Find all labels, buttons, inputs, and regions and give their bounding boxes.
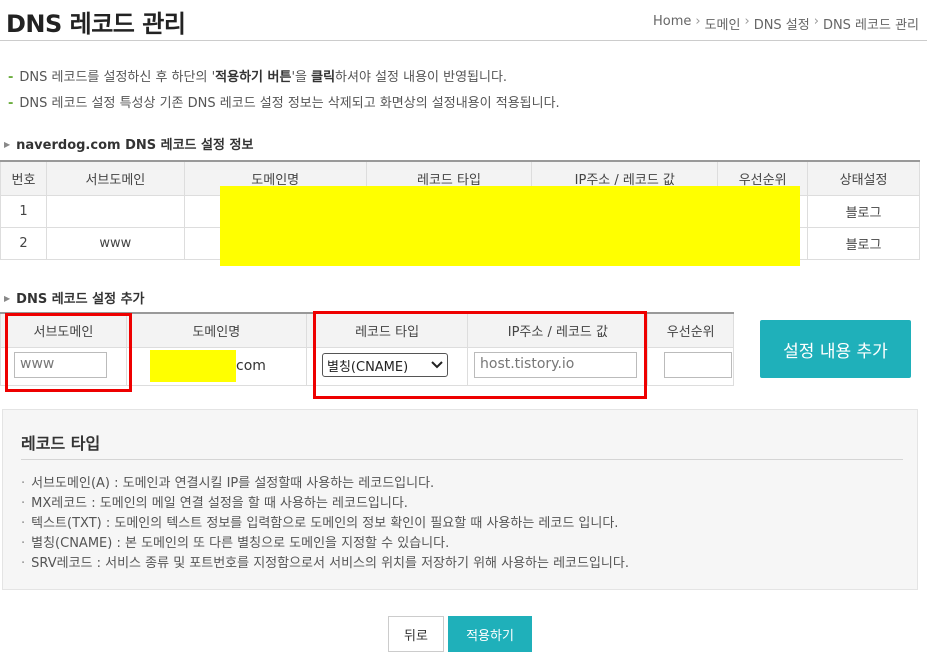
- breadcrumb-dns-settings[interactable]: DNS 설정: [754, 14, 810, 33]
- breadcrumb: Home › 도메인 › DNS 설정 › DNS 레코드 관리: [653, 14, 919, 33]
- bullet-icon: ·: [21, 496, 26, 511]
- redaction-box: [150, 350, 236, 382]
- notice-apply: - DNS 레코드를 설정하신 후 하단의 '적용하기 버튼'을 클릭하셔야 설정…: [8, 70, 508, 85]
- domain-suffix: com: [236, 358, 266, 374]
- list-item: · 텍스트(TXT) : 도메인의 텍스트 정보를 입력함으로 도메인의 정보 확…: [21, 516, 619, 531]
- row-status: 블로그: [807, 194, 920, 228]
- breadcrumb-separator-icon: ›: [744, 14, 750, 29]
- info-divider: [21, 459, 903, 460]
- breadcrumb-current: DNS 레코드 관리: [822, 18, 919, 33]
- info-list: · 서브도메인(A) : 도메인과 연결시킬 IP를 설정할때 사용하는 레코드입…: [21, 474, 629, 574]
- row-status: 블로그: [807, 226, 920, 260]
- list-item: · 서브도메인(A) : 도메인과 연결시킬 IP를 설정할때 사용하는 레코드입…: [21, 476, 435, 491]
- add-col-priority: 우선순위: [647, 312, 735, 348]
- row-subdomain: www: [45, 226, 185, 260]
- col-number: 번호: [0, 160, 47, 196]
- info-title: 레코드 타입: [21, 434, 101, 453]
- breadcrumb-separator-icon: ›: [813, 14, 819, 29]
- breadcrumb-separator-icon: ›: [695, 14, 701, 29]
- add-record-button[interactable]: 설정 내용 추가: [760, 320, 911, 378]
- add-col-domain: 도메인명: [125, 312, 307, 348]
- redaction-box: [220, 186, 800, 266]
- title-divider: [0, 40, 927, 41]
- highlight-box: [313, 311, 647, 399]
- row-number: 2: [0, 226, 47, 260]
- bullet-icon: ·: [21, 476, 26, 491]
- col-status: 상태설정: [807, 160, 920, 196]
- page-title: DNS 레코드 관리: [6, 10, 186, 38]
- notice-overwrite: - DNS 레코드 설정 특성상 기존 DNS 레코드 설정 정보는 삭제되고 화…: [8, 96, 560, 111]
- col-subdomain: 서브도메인: [45, 160, 185, 196]
- add-section-label: ▶ DNS 레코드 설정 추가: [4, 292, 145, 307]
- bullet-icon: ·: [21, 556, 26, 571]
- list-item: · MX레코드 : 도메인의 메일 연결 설정을 할 때 사용하는 레코드입니다.: [21, 496, 408, 511]
- triangle-right-icon: ▶: [4, 294, 11, 303]
- back-button[interactable]: 뒤로: [388, 616, 444, 652]
- bullet-icon: ·: [21, 536, 26, 551]
- records-section-label: ▶ naverdog.com DNS 레코드 설정 정보: [4, 138, 254, 153]
- triangle-right-icon: ▶: [4, 140, 11, 149]
- list-item: · SRV레코드 : 서비스 종류 및 포트번호를 지정함으로서 서비스의 위치를…: [21, 556, 629, 571]
- dash-bullet-icon: -: [8, 70, 14, 85]
- list-item: · 별칭(CNAME) : 본 도메인의 또 다른 별칭으로 도메인을 지정할 수…: [21, 536, 450, 551]
- record-type-info: 레코드 타입 · 서브도메인(A) : 도메인과 연결시킬 IP를 설정할때 사용…: [2, 409, 918, 590]
- bullet-icon: ·: [21, 516, 26, 531]
- breadcrumb-domain[interactable]: 도메인: [705, 14, 741, 33]
- apply-button[interactable]: 적용하기: [448, 616, 532, 652]
- dash-bullet-icon: -: [8, 96, 14, 111]
- priority-input[interactable]: [664, 352, 732, 378]
- highlight-box: [5, 313, 132, 392]
- breadcrumb-home[interactable]: Home: [653, 14, 691, 33]
- row-number: 1: [0, 194, 47, 228]
- row-subdomain: [45, 194, 185, 228]
